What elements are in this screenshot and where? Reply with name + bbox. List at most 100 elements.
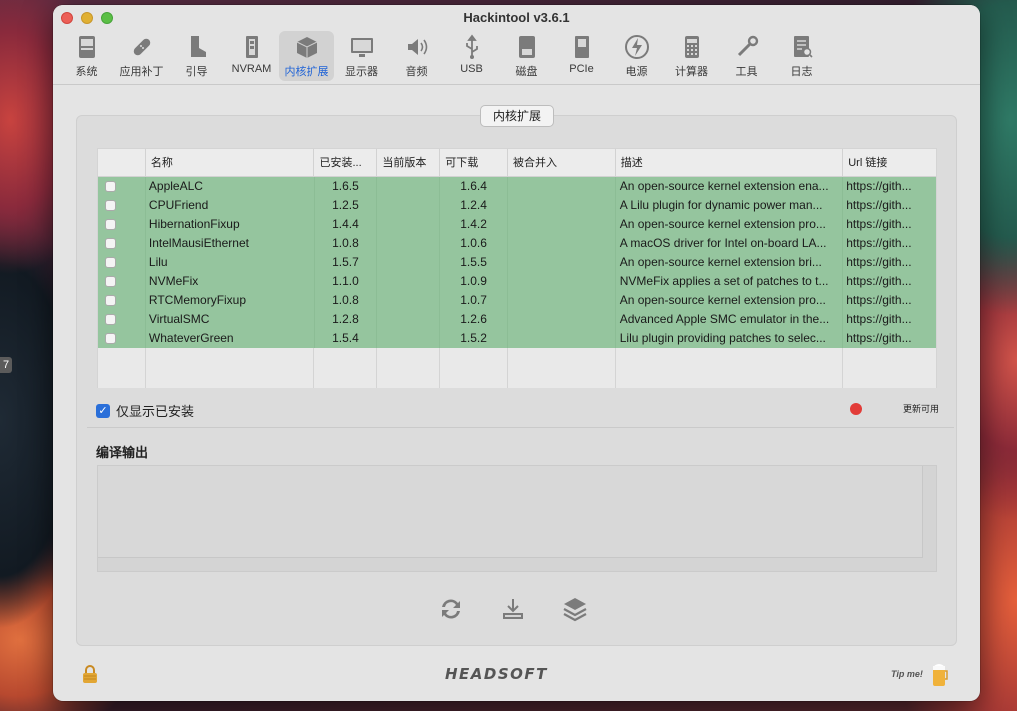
empty-cell — [843, 348, 936, 388]
cell-current — [377, 272, 441, 291]
cell-url[interactable]: https://gith... — [843, 253, 936, 272]
row-checkbox-cell — [98, 196, 146, 215]
tab-log[interactable]: 日志 — [774, 31, 829, 81]
log-icon — [793, 36, 813, 58]
display-icon — [350, 38, 373, 57]
cell-url[interactable]: https://gith... — [843, 215, 936, 234]
tab-power-label: 电源 — [625, 66, 648, 78]
row-checkbox[interactable] — [105, 219, 116, 230]
row-checkbox[interactable] — [105, 295, 116, 306]
table-row[interactable]: Lilu 1.5.7 1.5.5 An open-source kernel e… — [98, 253, 936, 272]
lock-icon[interactable] — [81, 664, 99, 684]
col-header-name[interactable]: 名称 — [146, 149, 315, 176]
table-row[interactable]: VirtualSMC 1.2.8 1.2.6 Advanced Apple SM… — [98, 310, 936, 329]
tab-pcie[interactable]: PCIe — [554, 31, 609, 81]
table-row[interactable]: RTCMemoryFixup 1.0.8 1.0.7 An open-sourc… — [98, 291, 936, 310]
installed-only-filter[interactable]: ✓ 仅显示已安装 — [96, 401, 194, 420]
table-header: 名称 已安装... 当前版本 可下载 被合并入 描述 Url 链接 — [98, 149, 936, 177]
tab-kext-label: 内核扩展 — [284, 66, 329, 78]
table-row[interactable]: WhateverGreen 1.5.4 1.5.2 Lilu plugin pr… — [98, 329, 936, 348]
headsoft-logo[interactable]: HEADSOFT — [445, 665, 548, 683]
table-row[interactable]: HibernationFixup 1.4.4 1.4.2 An open-sou… — [98, 215, 936, 234]
app-window: Hackintool v3.6.1 系统 应用补丁 引导 NVRAM 内核扩展 — [53, 5, 980, 701]
cell-installed: 1.6.5 — [315, 177, 378, 196]
cell-url[interactable]: https://gith... — [843, 272, 936, 291]
cell-merged — [508, 329, 616, 348]
cell-merged — [508, 272, 616, 291]
cell-url[interactable]: https://gith... — [843, 234, 936, 253]
cell-description: An open-source kernel extension ena... — [616, 177, 844, 196]
tab-patch[interactable]: 应用补丁 — [114, 31, 169, 81]
table-row[interactable]: NVMeFix 1.1.0 1.0.9 NVMeFix applies a se… — [98, 272, 936, 291]
desktop-side-tab[interactable]: 7 — [0, 357, 12, 373]
compile-output-box[interactable] — [97, 465, 937, 572]
cell-download: 1.0.6 — [440, 234, 509, 253]
cell-description: NVMeFix applies a set of patches to t... — [616, 272, 844, 291]
row-checkbox[interactable] — [105, 238, 116, 249]
table-row[interactable]: CPUFriend 1.2.5 1.2.4 A Lilu plugin for … — [98, 196, 936, 215]
col-header-installed[interactable]: 已安装... — [314, 149, 378, 176]
tab-calculator-label: 计算器 — [675, 66, 708, 78]
cell-name: AppleALC — [146, 177, 315, 196]
download-button[interactable] — [499, 595, 527, 623]
col-header-description[interactable]: 描述 — [616, 149, 844, 176]
tab-boot[interactable]: 引导 — [169, 31, 224, 81]
cell-url[interactable]: https://gith... — [843, 329, 936, 348]
cell-current — [377, 310, 441, 329]
tab-power[interactable]: 电源 — [609, 31, 664, 81]
cell-download: 1.5.2 — [440, 329, 509, 348]
cell-installed: 1.5.4 — [315, 329, 378, 348]
row-checkbox[interactable] — [105, 200, 116, 211]
cell-current — [377, 329, 441, 348]
cell-url[interactable]: https://gith... — [843, 291, 936, 310]
tab-kext[interactable]: 内核扩展 — [279, 31, 334, 81]
tab-audio[interactable]: 音频 — [389, 31, 444, 81]
tab-tools[interactable]: 工具 — [719, 31, 774, 81]
cell-download: 1.4.2 — [440, 215, 509, 234]
kext-table: 名称 已安装... 当前版本 可下载 被合并入 描述 Url 链接 AppleA… — [97, 148, 937, 388]
tab-usb[interactable]: USB — [444, 31, 499, 81]
cell-url[interactable]: https://gith... — [843, 196, 936, 215]
system-icon — [78, 36, 95, 58]
tab-display[interactable]: 显示器 — [334, 31, 389, 81]
refresh-button[interactable] — [437, 595, 465, 623]
col-header-url[interactable]: Url 链接 — [843, 149, 936, 176]
table-row[interactable]: AppleALC 1.6.5 1.6.4 An open-source kern… — [98, 177, 936, 196]
cell-url[interactable]: https://gith... — [843, 310, 936, 329]
compile-output-label: 编译输出 — [96, 445, 149, 460]
cell-merged — [508, 253, 616, 272]
cell-current — [377, 291, 441, 310]
tab-disk[interactable]: 磁盘 — [499, 31, 554, 81]
tip-me-label[interactable]: Tip me! — [891, 669, 923, 679]
install-layers-button[interactable] — [561, 595, 589, 623]
nvram-icon — [245, 36, 258, 58]
tab-system[interactable]: 系统 — [59, 31, 114, 81]
tab-calculator[interactable]: 计算器 — [664, 31, 719, 81]
cell-current — [377, 215, 441, 234]
col-header-current[interactable]: 当前版本 — [377, 149, 441, 176]
row-checkbox[interactable] — [105, 333, 116, 344]
cell-name: HibernationFixup — [146, 215, 315, 234]
cell-url[interactable]: https://gith... — [843, 177, 936, 196]
col-header-download[interactable]: 可下载 — [440, 149, 509, 176]
cell-installed: 1.4.4 — [315, 215, 378, 234]
row-checkbox[interactable] — [105, 181, 116, 192]
compile-output-text[interactable] — [98, 466, 923, 558]
table-row[interactable]: IntelMausiEthernet 1.0.8 1.0.6 A macOS d… — [98, 234, 936, 253]
download-icon — [503, 599, 523, 619]
col-header-select[interactable] — [98, 149, 146, 176]
tab-nvram[interactable]: NVRAM — [224, 31, 279, 81]
empty-cell — [98, 348, 146, 388]
row-checkbox[interactable] — [105, 257, 116, 268]
installed-only-checkbox[interactable]: ✓ — [96, 403, 110, 418]
cell-name: RTCMemoryFixup — [146, 291, 315, 310]
cell-merged — [508, 234, 616, 253]
row-checkbox[interactable] — [105, 276, 116, 287]
row-checkbox-cell — [98, 329, 146, 348]
beer-icon[interactable] — [932, 661, 948, 687]
tools-icon — [737, 35, 758, 57]
tab-disk-label: 磁盘 — [515, 66, 538, 78]
col-header-merged[interactable]: 被合并入 — [508, 149, 616, 176]
cell-name: CPUFriend — [146, 196, 315, 215]
row-checkbox[interactable] — [105, 314, 116, 325]
